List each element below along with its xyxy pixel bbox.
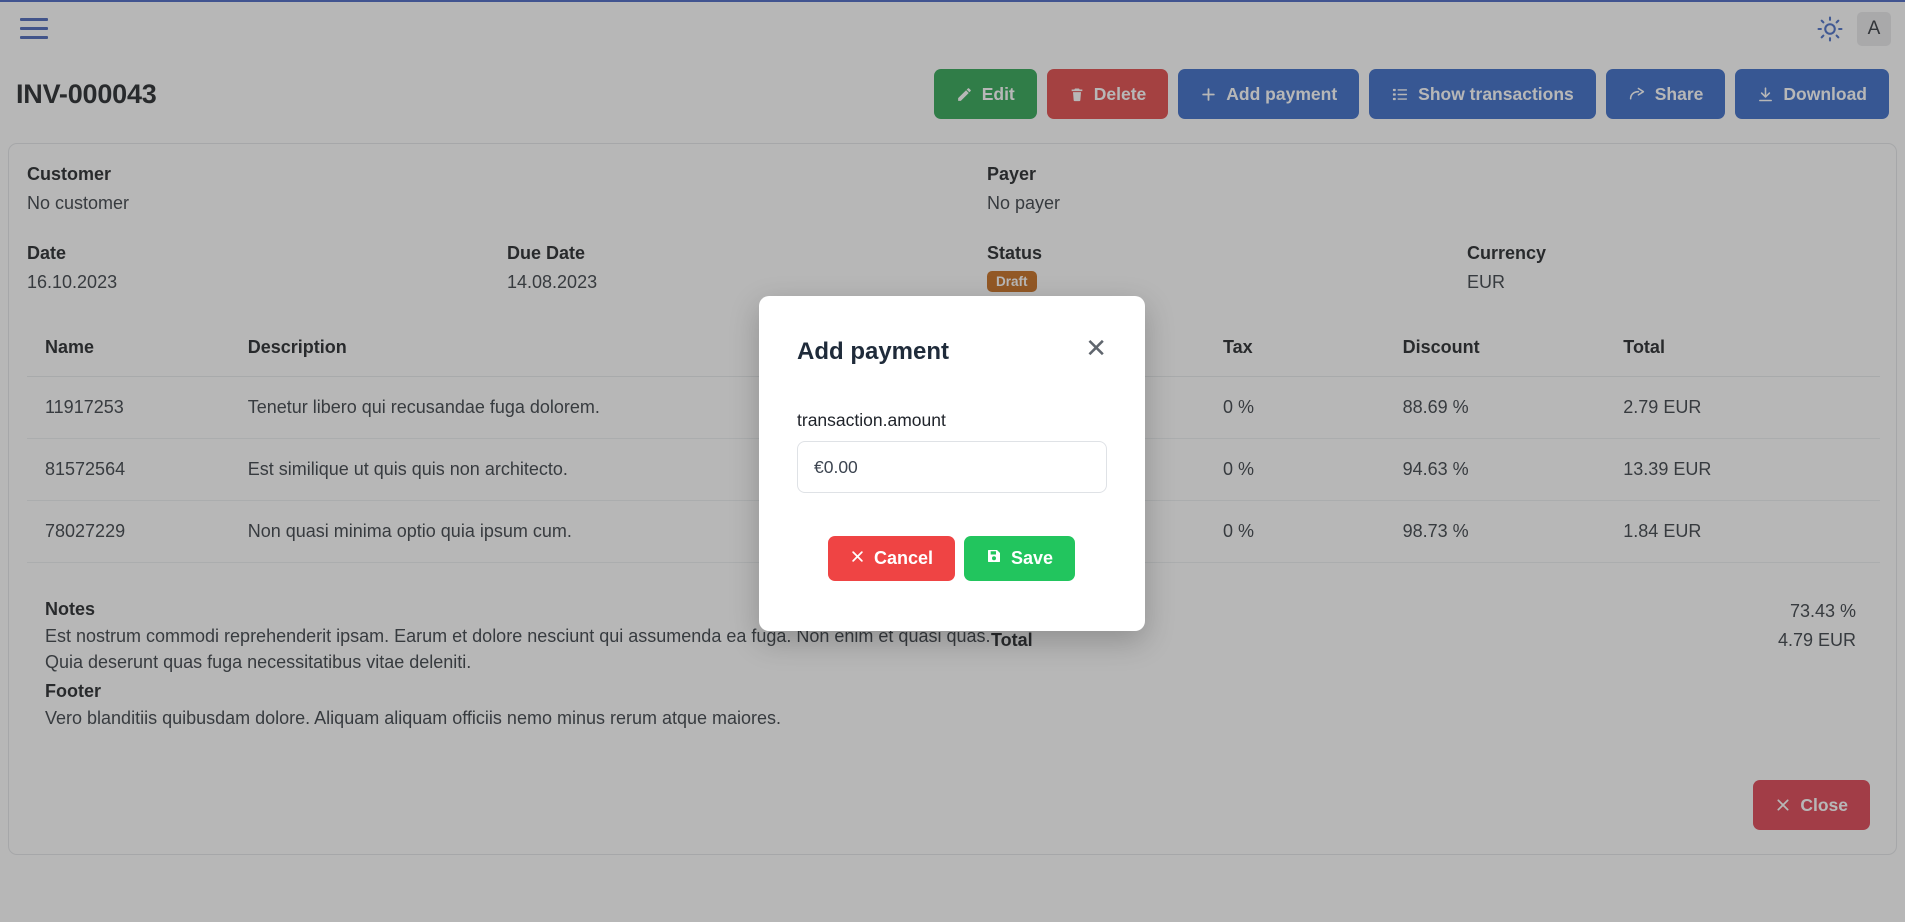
modal-header: Add payment ✕ bbox=[797, 338, 1107, 366]
amount-input[interactable] bbox=[797, 441, 1107, 493]
add-payment-modal: Add payment ✕ transaction.amount Cancel … bbox=[759, 296, 1145, 631]
modal-save-label: Save bbox=[1011, 548, 1053, 569]
modal-cancel-label: Cancel bbox=[874, 548, 933, 569]
floppy-disk-icon bbox=[986, 548, 1002, 569]
modal-save-button[interactable]: Save bbox=[964, 536, 1075, 581]
amount-field-label: transaction.amount bbox=[797, 410, 1107, 431]
modal-cancel-button[interactable]: Cancel bbox=[828, 536, 955, 581]
modal-title: Add payment bbox=[797, 338, 949, 366]
app-root: A INV-000043 Edit Delete Ad bbox=[0, 0, 1905, 922]
modal-close-icon[interactable]: ✕ bbox=[1085, 338, 1107, 358]
modal-actions: Cancel Save bbox=[797, 536, 1107, 581]
x-icon bbox=[850, 548, 865, 569]
